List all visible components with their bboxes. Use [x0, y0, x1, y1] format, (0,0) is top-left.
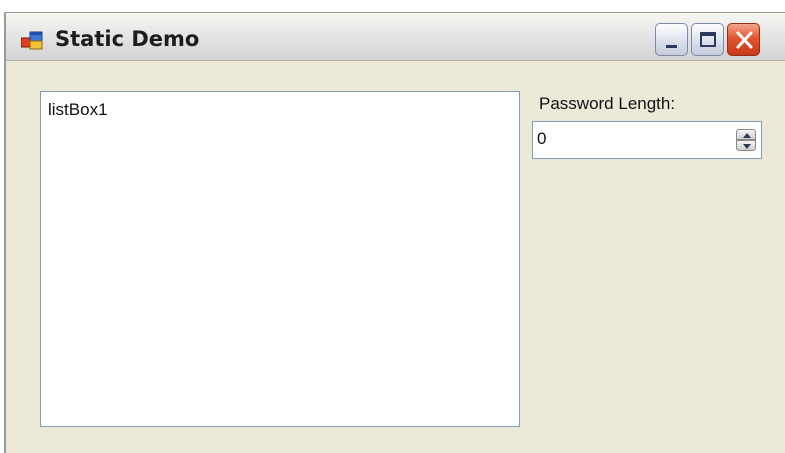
list-box[interactable]: listBox1 [40, 91, 520, 427]
minimize-icon [666, 45, 677, 48]
stepper-up-button[interactable] [736, 129, 756, 140]
form-client-area: listBox1 Password Length: 0 [6, 61, 785, 453]
password-length-stepper[interactable]: 0 [532, 121, 762, 159]
close-button[interactable] [727, 23, 760, 56]
maximize-icon [700, 32, 716, 47]
maximize-button[interactable] [691, 23, 724, 56]
list-item[interactable]: listBox1 [48, 100, 108, 120]
stepper-buttons [736, 129, 756, 151]
arrow-down-icon [743, 144, 751, 149]
stepper-down-button[interactable] [736, 140, 756, 151]
password-length-value[interactable]: 0 [537, 129, 546, 149]
app-window-icon[interactable] [20, 31, 43, 51]
static-demo-window: Static Demo listBox1 Password Length: 0 [4, 12, 785, 453]
minimize-button[interactable] [655, 23, 688, 56]
title-bar[interactable]: Static Demo [6, 13, 785, 61]
password-length-label: Password Length: [539, 94, 676, 113]
close-icon [736, 31, 753, 49]
window-title: Static Demo [55, 27, 200, 51]
